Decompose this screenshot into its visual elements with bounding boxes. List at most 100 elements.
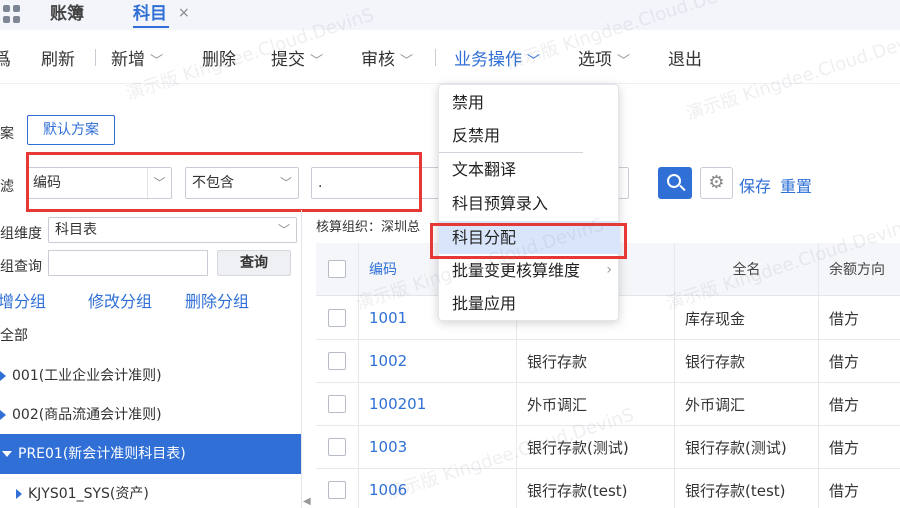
tree-item-pre01[interactable]: PRE01(新会计准则科目表) <box>0 434 301 474</box>
header-fullname[interactable]: 全名 <box>674 243 818 295</box>
tree-item-002[interactable]: 002(商品流通会计准则) <box>0 395 301 435</box>
menu-item-batch-apply[interactable]: 批量应用 <box>439 287 620 320</box>
name-cell: 外币调汇 <box>516 383 674 425</box>
row-checkbox-cell <box>316 469 358 508</box>
tree-item-label: 002(商品流通会计准则) <box>12 407 162 423</box>
collapse-triangle-icon[interactable] <box>2 451 12 457</box>
tab-close-icon[interactable]: × <box>178 5 190 21</box>
default-plan-button[interactable]: 默认方案 <box>27 115 115 145</box>
direction-cell: 借方 <box>818 469 900 508</box>
highlight-box-menu <box>430 223 627 259</box>
submit-button[interactable]: 提交 ﹀ <box>271 45 323 70</box>
menu-item-text-translate[interactable]: 文本翻译 <box>439 153 620 186</box>
code-cell[interactable]: 100201 <box>358 383 516 425</box>
edit-group-link[interactable]: 修改分组 <box>88 288 152 312</box>
row-checkbox[interactable] <box>328 438 346 456</box>
business-ops-button[interactable]: 业务操作 ﹀ <box>454 45 540 70</box>
fullname-cell: 银行存款 <box>674 340 818 382</box>
exit-button[interactable]: 退出 <box>668 45 702 70</box>
plan-label: 案 <box>0 126 14 142</box>
add-label: 新增 <box>111 50 145 70</box>
tree-item-all[interactable]: 全部 <box>0 316 301 356</box>
group-query-input[interactable] <box>48 250 208 276</box>
refresh-button[interactable]: 刷新 <box>41 45 75 70</box>
tree-item-label: KJYS01_SYS(资产) <box>28 486 149 502</box>
group-query-label: 组查询 <box>0 259 42 275</box>
toolbar-divider <box>95 49 96 66</box>
code-cell[interactable]: 1006 <box>358 469 516 508</box>
tab-ledger[interactable]: 账簿 <box>50 2 84 28</box>
business-ops-label: 业务操作 <box>454 50 522 70</box>
direction-cell: 借方 <box>818 426 900 468</box>
table-row[interactable]: 1003 银行存款(测试) 银行存款(测试) 借方 <box>316 426 900 469</box>
row-checkbox[interactable] <box>328 481 346 499</box>
fullname-cell: 银行存款(test) <box>674 469 818 508</box>
add-group-link[interactable]: 增分组 <box>0 288 46 312</box>
name-cell: 银行存款(测试) <box>516 426 674 468</box>
row-checkbox[interactable] <box>328 395 346 413</box>
gear-icon[interactable]: ⚙ <box>700 167 733 199</box>
header-direction[interactable]: 余额方向 <box>818 243 900 295</box>
audit-label: 审核 <box>361 50 395 70</box>
expand-triangle-icon[interactable] <box>16 489 22 499</box>
tree-item-label: 全部 <box>0 328 28 344</box>
table-row[interactable]: 1006 银行存款(test) 银行存款(test) 借方 <box>316 469 900 508</box>
menu-item-budget-entry[interactable]: 科目预算录入 <box>439 187 620 220</box>
delete-button[interactable]: 删除 <box>202 45 236 70</box>
group-dimension-value: 科目表 <box>55 222 97 238</box>
add-button[interactable]: 新增 ﹀ <box>111 45 163 70</box>
table-row[interactable]: 100201 外币调汇 外币调汇 借方 <box>316 383 900 426</box>
highlight-box-filter <box>26 152 422 212</box>
app-grid-icon[interactable] <box>3 5 21 23</box>
name-cell: 银行存款(test) <box>516 469 674 508</box>
business-ops-menu: 禁用 反禁用 文本翻译 科目预算录入 科目分配 批量变更核算维度 › 批量应用 <box>438 84 620 321</box>
tree-item-001[interactable]: 001(工业企业会计准则) <box>0 356 301 396</box>
chevron-down-icon: ﹀ <box>150 54 164 69</box>
fullname-cell: 外币调汇 <box>674 383 818 425</box>
query-button[interactable]: 查询 <box>217 250 291 276</box>
panel-divider[interactable] <box>301 210 302 508</box>
delete-group-link[interactable]: 删除分组 <box>185 288 249 312</box>
chevron-down-icon: ﹀ <box>617 54 631 69</box>
fullname-cell: 银行存款(测试) <box>674 426 818 468</box>
row-checkbox[interactable] <box>328 352 346 370</box>
options-button[interactable]: 选项 ﹀ <box>578 45 630 70</box>
menu-item-enable[interactable]: 反禁用 <box>439 119 620 152</box>
row-checkbox[interactable] <box>328 309 346 327</box>
chevron-down-icon: ﹀ <box>277 223 290 237</box>
table-row[interactable]: 1002 银行存款 银行存款 借方 <box>316 340 900 383</box>
org-label: 核算组织：深圳总 <box>316 220 421 235</box>
filter-label: 滤 <box>0 179 14 195</box>
toolbar: 爲 刷新 新增 ﹀ 删除 提交 ﹀ 审核 ﹀ 业务操作 ﹀ 选项 ﹀ 退出 <box>0 30 900 84</box>
tree-item-label: PRE01(新会计准则科目表) <box>18 446 186 462</box>
chevron-down-icon: ﹀ <box>527 54 541 69</box>
tree-item-label: 001(工业企业会计准则) <box>12 368 162 384</box>
row-checkbox-cell <box>316 340 358 382</box>
menu-item-disable[interactable]: 禁用 <box>439 86 620 119</box>
expand-triangle-icon[interactable] <box>0 410 6 420</box>
tab-bar: 账簿 科目 × <box>0 0 900 30</box>
row-checkbox-cell <box>316 426 358 468</box>
header-checkbox-cell <box>316 243 358 295</box>
code-cell[interactable]: 1002 <box>358 340 516 382</box>
expand-triangle-icon[interactable] <box>0 371 6 381</box>
scroll-left-icon[interactable]: ◀ <box>303 496 311 507</box>
search-button[interactable] <box>658 167 692 199</box>
save-link[interactable]: 保存 <box>739 173 771 197</box>
direction-cell: 借方 <box>818 340 900 382</box>
group-dimension-select[interactable]: 科目表 ﹀ <box>48 217 297 243</box>
row-checkbox-cell <box>316 383 358 425</box>
chevron-down-icon: ﹀ <box>400 54 414 69</box>
code-cell[interactable]: 1003 <box>358 426 516 468</box>
fullname-cell: 库存现金 <box>674 297 818 339</box>
select-all-checkbox[interactable] <box>328 260 346 278</box>
audit-button[interactable]: 审核 ﹀ <box>361 45 413 70</box>
row-checkbox-cell <box>316 297 358 339</box>
options-label: 选项 <box>578 50 612 70</box>
toolbar-cut-item[interactable]: 爲 <box>0 45 11 70</box>
reset-link[interactable]: 重置 <box>780 173 812 197</box>
menu-item-label: 批量变更核算维度 <box>452 261 581 280</box>
tab-subject[interactable]: 科目 <box>133 2 169 28</box>
toolbar-divider <box>435 49 436 66</box>
tree-item-kjys01[interactable]: KJYS01_SYS(资产) <box>0 474 301 508</box>
